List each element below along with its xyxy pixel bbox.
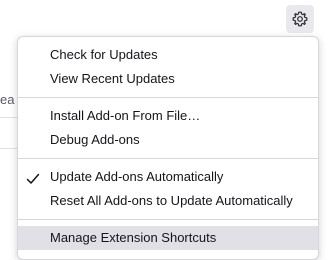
page: ea Check for Updates View Recent Updates…	[0, 0, 332, 260]
menu-item-manage-extension-shortcuts[interactable]: Manage Extension Shortcuts	[18, 226, 318, 250]
background-partial-text: ea	[0, 92, 15, 107]
menu-item-label: View Recent Updates	[50, 71, 175, 86]
menu-item-label: Install Add-on From File…	[50, 108, 201, 123]
menu-item-view-recent-updates[interactable]: View Recent Updates	[18, 67, 318, 91]
menu-item-label: Check for Updates	[50, 47, 158, 62]
menu-item-reset-all-update-automatically[interactable]: Reset All Add-ons to Update Automaticall…	[18, 189, 318, 213]
menu-separator	[18, 97, 318, 98]
menu-item-label: Update Add-ons Automatically	[50, 169, 224, 184]
addons-options-menu: Check for Updates View Recent Updates In…	[17, 36, 319, 260]
checkmark-icon	[26, 170, 40, 184]
settings-gear-button[interactable]	[286, 5, 314, 33]
menu-item-label: Debug Add-ons	[50, 132, 140, 147]
menu-item-label: Reset All Add-ons to Update Automaticall…	[50, 193, 293, 208]
menu-item-label: Manage Extension Shortcuts	[50, 230, 217, 245]
menu-item-install-from-file[interactable]: Install Add-on From File…	[18, 104, 318, 128]
menu-item-check-for-updates[interactable]: Check for Updates	[18, 43, 318, 67]
menu-item-debug-addons[interactable]: Debug Add-ons	[18, 128, 318, 152]
menu-item-update-automatically[interactable]: Update Add-ons Automatically	[18, 165, 318, 189]
gear-icon	[292, 11, 308, 27]
menu-separator	[18, 219, 318, 220]
menu-separator	[18, 158, 318, 159]
